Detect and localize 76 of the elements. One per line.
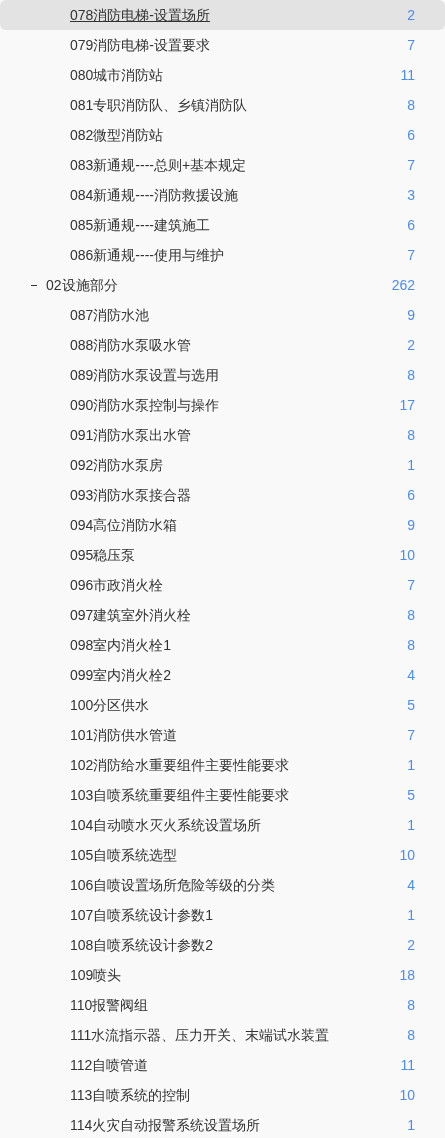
item-count: 9 [407,515,415,535]
tree-item[interactable]: 113自喷系统的控制 10 [0,1080,445,1110]
tree-item[interactable]: 107自喷系统设计参数1 1 [0,900,445,930]
tree-item[interactable]: 114火灾自动报警系统设置场所 1 [0,1110,445,1138]
item-count: 8 [407,1025,415,1045]
tree-item[interactable]: 090消防水泵控制与操作 17 [0,390,445,420]
item-count: 2 [407,335,415,355]
item-count: 5 [407,695,415,715]
tree-item[interactable]: 101消防供水管道 7 [0,720,445,750]
tree-item[interactable]: 081专职消防队、乡镇消防队 8 [0,90,445,120]
tree-item[interactable]: 102消防给水重要组件主要性能要求 1 [0,750,445,780]
item-count: 1 [407,455,415,475]
item-count: 11 [400,65,415,85]
tree-item[interactable]: 080城市消防站 11 [0,60,445,90]
item-count: 10 [399,845,415,865]
tree-item[interactable]: 109喷头 18 [0,960,445,990]
item-count: 6 [407,125,415,145]
tree-item[interactable]: 082微型消防站 6 [0,120,445,150]
tree-item[interactable]: 087消防水池 9 [0,300,445,330]
tree-item[interactable]: 097建筑室外消火栓 8 [0,600,445,630]
item-count: 18 [399,965,415,985]
item-count: 1 [407,1115,415,1135]
tree-item[interactable]: 085新通规----建筑施工 6 [0,210,445,240]
tree-item[interactable]: 086新通规----使用与维护 7 [0,240,445,270]
tree-item[interactable]: 111水流指示器、压力开关、末端试水装置 8 [0,1020,445,1050]
item-count: 10 [399,545,415,565]
item-count: 4 [407,875,415,895]
tree-item[interactable]: 103自喷系统重要组件主要性能要求 5 [0,780,445,810]
tree-item[interactable]: 096市政消火栓 7 [0,570,445,600]
tree-item[interactable]: 098室内消火栓1 8 [0,630,445,660]
tree-item[interactable]: 078消防电梯-设置场所 2 [0,0,445,30]
item-count: 8 [407,95,415,115]
item-count: 17 [399,395,415,415]
item-count: 7 [407,155,415,175]
tree-item[interactable]: 093消防水泵接合器 6 [0,480,445,510]
tree-item[interactable]: 079消防电梯-设置要求 7 [0,30,445,60]
item-count: 1 [407,755,415,775]
tree-item[interactable]: 092消防水泵房 1 [0,450,445,480]
tree-item[interactable]: 083新通规----总则+基本规定 7 [0,150,445,180]
item-count: 7 [407,575,415,595]
tree-item[interactable]: 02设施部分 262 [0,270,445,300]
tree-item[interactable]: 105自喷系统选型 10 [0,840,445,870]
item-count: 2 [407,935,415,955]
tree-item[interactable]: 100分区供水 5 [0,690,445,720]
tree-item[interactable]: 088消防水泵吸水管 2 [0,330,445,360]
tree-item[interactable]: 099室内消火栓2 4 [0,660,445,690]
item-count: 10 [399,1085,415,1105]
item-count: 8 [407,635,415,655]
tree-item[interactable]: 106自喷设置场所危险等级的分类 4 [0,870,445,900]
item-count: 5 [407,785,415,805]
tree-item[interactable]: 094高位消防水箱 9 [0,510,445,540]
item-count: 1 [407,815,415,835]
tree-item[interactable]: 104自动喷水灭火系统设置场所 1 [0,810,445,840]
tree-item[interactable]: 084新通规----消防救援设施 3 [0,180,445,210]
item-count: 11 [400,1055,415,1075]
item-count: 7 [407,725,415,745]
tree-item[interactable]: 112自喷管道 11 [0,1050,445,1080]
item-count: 8 [407,605,415,625]
item-count: 7 [407,245,415,265]
tree-item[interactable]: 091消防水泵出水管 8 [0,420,445,450]
tree-item[interactable]: 089消防水泵设置与选用 8 [0,360,445,390]
item-count: 3 [407,185,415,205]
item-count: 4 [407,665,415,685]
item-count: 2 [407,5,415,25]
item-count: 9 [407,305,415,325]
tree-item[interactable]: 095稳压泵 10 [0,540,445,570]
item-count: 1 [407,905,415,925]
item-count: 8 [407,425,415,445]
item-count: 6 [407,485,415,505]
item-count: 8 [407,995,415,1015]
item-count: 7 [407,35,415,55]
tree-item[interactable]: 110报警阀组 8 [0,990,445,1020]
item-count: 8 [407,365,415,385]
tree-item[interactable]: 108自喷系统设计参数2 2 [0,930,445,960]
item-count: 262 [391,275,415,295]
item-count: 6 [407,215,415,235]
